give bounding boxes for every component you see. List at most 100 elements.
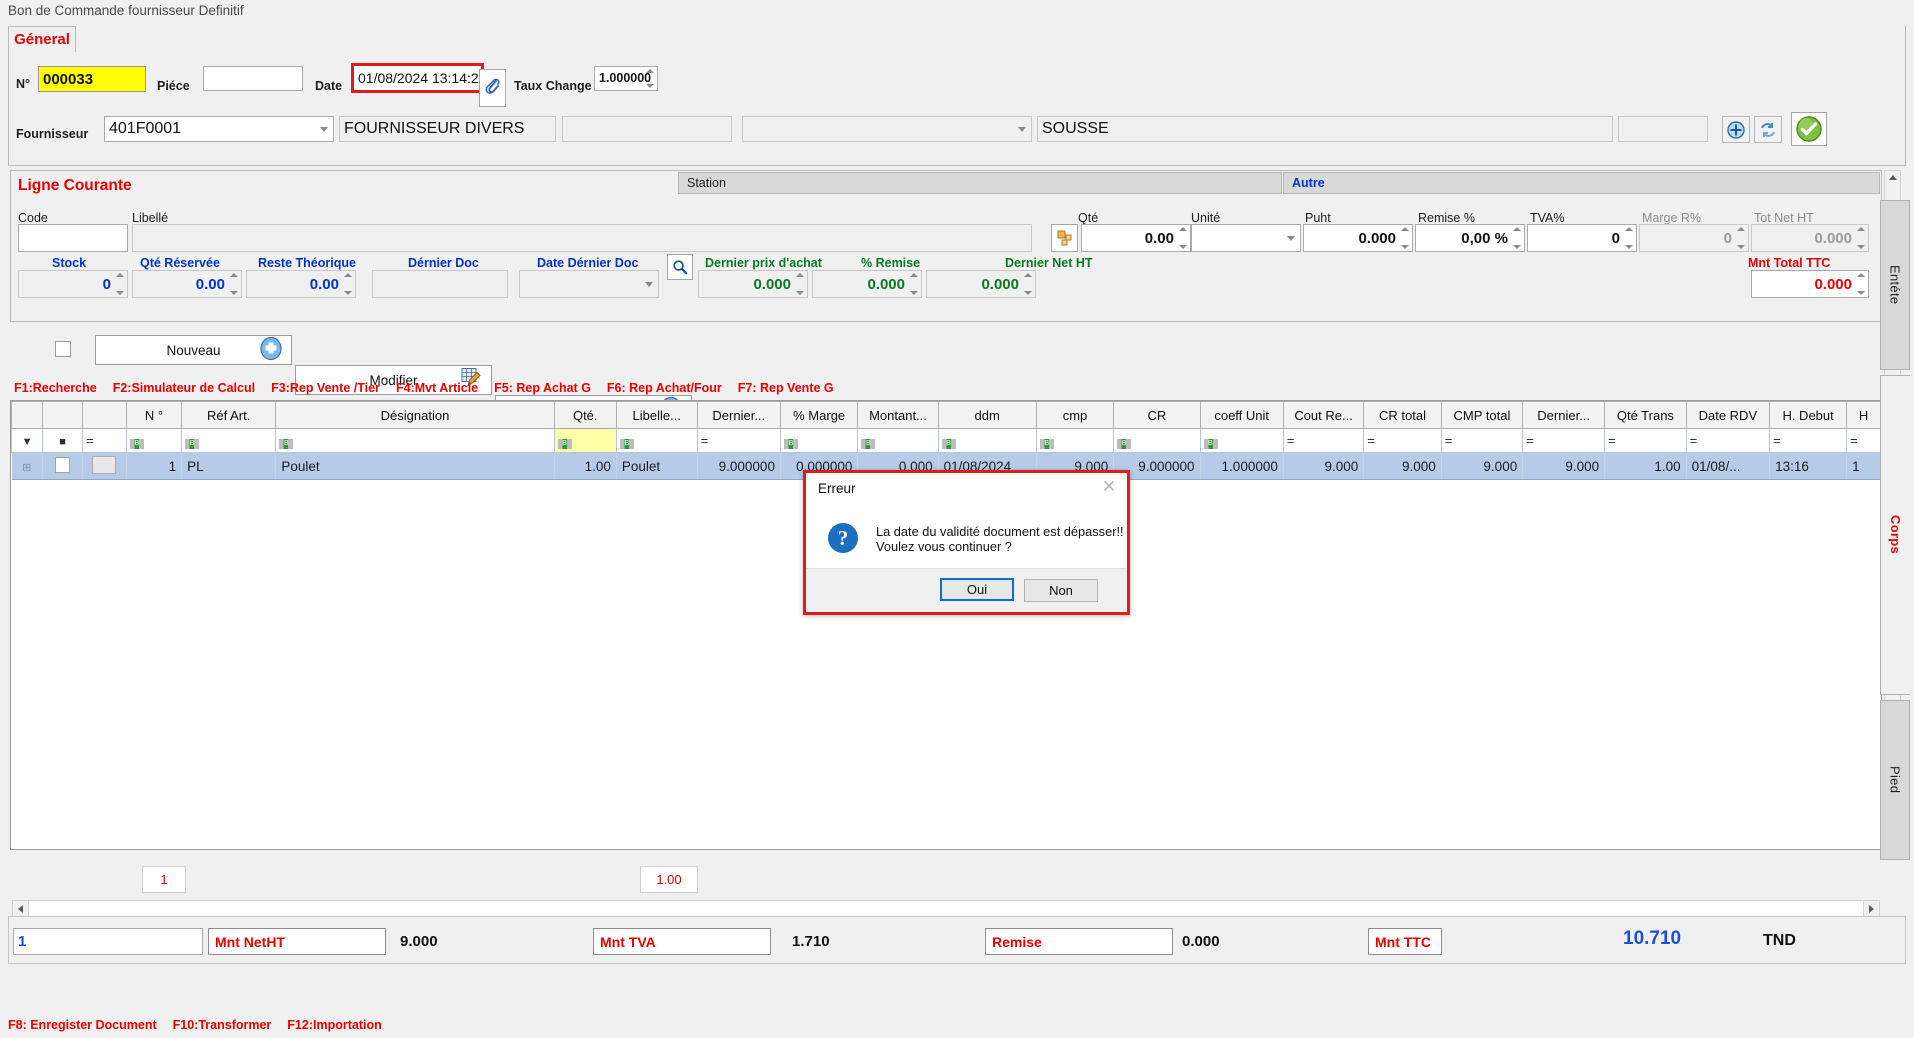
taux-spinner[interactable] — [644, 69, 655, 88]
grid-cell-cr_total[interactable]: 9.000 — [1363, 452, 1442, 480]
grid-filter-cell-14[interactable]: B — [1199, 428, 1284, 453]
grid-col-header-17[interactable]: CMP total — [1440, 401, 1524, 429]
remise-field[interactable]: 0,00 % — [1415, 224, 1525, 252]
split-cells-icon[interactable] — [1051, 224, 1078, 252]
libelle-field[interactable] — [132, 224, 1032, 252]
nouveau-button[interactable]: Nouveau — [95, 335, 292, 365]
grid-col-header-10[interactable]: Montant... — [857, 401, 939, 429]
grid-filter-cell-7[interactable]: B — [615, 428, 698, 453]
grid-cell-dernier2[interactable]: 9.000 — [1522, 452, 1606, 480]
tva-spinner[interactable] — [1623, 227, 1634, 249]
grid-filter-row[interactable]: ▼ ■ = B B B B B = B B B B B B = = = = = = = = — [11, 428, 1881, 453]
grid-col-header-5[interactable]: Désignation — [275, 401, 555, 429]
row-checkbox[interactable] — [55, 456, 71, 473]
filter-icon[interactable]: ▼ — [22, 436, 33, 448]
grid-filter-cell-5[interactable]: B — [275, 428, 555, 453]
grid-filter-cell-17[interactable]: = — [1440, 428, 1524, 453]
grid-filter-cell-6[interactable]: B — [553, 428, 617, 453]
doc-number-field[interactable]: 1 — [13, 928, 203, 955]
tab-autre[interactable]: Autre — [1283, 172, 1880, 194]
qte-field[interactable]: 0.00 — [1081, 224, 1191, 252]
unite-field[interactable] — [1191, 224, 1301, 252]
grid-cell-coeff[interactable]: 1.000000 — [1200, 452, 1284, 480]
close-icon[interactable]: ✕ — [1099, 479, 1119, 497]
grid-cell-h_debut[interactable]: 13:16 — [1769, 452, 1848, 480]
grid-cell-dernier[interactable]: 9.000000 — [697, 452, 781, 480]
grid-filter-cell-20[interactable]: = — [1685, 428, 1771, 453]
grid-col-header-2[interactable] — [82, 401, 127, 429]
grid-filter-cell-16[interactable]: = — [1363, 428, 1442, 453]
grid-cell-libelle[interactable]: Poulet — [616, 452, 698, 480]
puht-field[interactable]: 0.000 — [1303, 224, 1413, 252]
mnt-total-ttc-field[interactable]: 0.000 — [1751, 270, 1869, 298]
grid-cell-designation[interactable]: Poulet — [275, 452, 555, 480]
vtab-pied[interactable]: Pied — [1880, 700, 1910, 860]
grid-col-header-1[interactable] — [42, 401, 84, 429]
grid-col-header-8[interactable]: Dernier... — [696, 401, 781, 429]
refresh-icon[interactable] — [1754, 116, 1782, 143]
grid-cell-qte_trans[interactable]: 1.00 — [1604, 452, 1687, 480]
grid-cell-num[interactable]: 1 — [126, 452, 183, 480]
grid-col-header-6[interactable]: Qté. — [553, 401, 617, 429]
paperclip-icon[interactable] — [479, 69, 506, 107]
grid-col-header-18[interactable]: Dernier... — [1522, 401, 1606, 429]
grid-col-header-12[interactable]: cmp — [1035, 401, 1115, 429]
chevron-down-icon[interactable] — [1287, 236, 1295, 241]
grid-col-header-21[interactable]: H. Debut — [1769, 401, 1848, 429]
dialog-no-button[interactable]: Non — [1024, 579, 1098, 602]
grid-cell-qte[interactable]: 1.00 — [554, 452, 617, 480]
scroll-left-arrow[interactable] — [13, 901, 28, 917]
fournisseur-code-field[interactable]: 401F0001 — [104, 116, 334, 142]
grid-filter-cell-10[interactable]: B — [857, 428, 939, 453]
grid-col-header-11[interactable]: ddm — [937, 401, 1037, 429]
tab-general[interactable]: Géneral — [8, 26, 76, 52]
row-select-checkbox[interactable] — [55, 341, 71, 357]
grid-filter-cell-9[interactable]: B — [779, 428, 859, 453]
grid-col-header-0[interactable] — [11, 401, 44, 429]
tva-field[interactable]: 0 — [1527, 224, 1637, 252]
lines-grid[interactable]: N ° Réf Art. Désignation Qté. Libelle... Dern… — [10, 400, 1882, 850]
grid-filter-cell-0[interactable]: ▼ — [11, 428, 44, 453]
header-field-4[interactable] — [562, 116, 732, 142]
grid-cell-blank[interactable] — [82, 452, 127, 480]
ville-field[interactable]: SOUSSE — [1037, 116, 1613, 142]
remise-spinner[interactable] — [1511, 227, 1522, 249]
grid-col-header-7[interactable]: Libelle... — [615, 401, 698, 429]
date-field[interactable]: 01/08/2024 13:14:2 — [351, 63, 484, 93]
add-circle-icon[interactable] — [1722, 116, 1750, 143]
box-icon[interactable]: ■ — [59, 436, 66, 448]
grid-col-header-16[interactable]: CR total — [1363, 401, 1442, 429]
code-field[interactable] — [18, 224, 128, 252]
grid-col-header-13[interactable]: CR — [1113, 401, 1201, 429]
scroll-right-arrow[interactable] — [1864, 901, 1879, 917]
grid-filter-cell-4[interactable]: B — [181, 428, 277, 453]
grid-cell-date_rdv[interactable]: 01/08/... — [1686, 452, 1771, 480]
chevron-down-icon[interactable] — [320, 127, 328, 132]
vtab-entete[interactable]: Entéte — [1880, 200, 1910, 370]
num-field[interactable]: 000033 — [38, 66, 146, 92]
grid-col-header-22[interactable]: H — [1846, 401, 1881, 429]
grid-filter-cell-19[interactable]: = — [1604, 428, 1687, 453]
grid-filter-cell-8[interactable]: = — [696, 428, 781, 453]
grid-cell-check[interactable] — [42, 452, 84, 480]
grid-col-header-14[interactable]: coeff Unit — [1199, 401, 1284, 429]
grid-filter-cell-11[interactable]: B — [937, 428, 1037, 453]
grid-filter-cell-2[interactable]: = — [82, 428, 127, 453]
grid-filter-cell-18[interactable]: = — [1522, 428, 1606, 453]
qte-spinner[interactable] — [1177, 227, 1188, 249]
chevron-down-icon[interactable] — [645, 282, 653, 287]
grid-cell-h_fin[interactable]: 1 — [1846, 452, 1881, 480]
dialog-yes-button[interactable]: Oui — [940, 578, 1014, 601]
magnifier-icon[interactable] — [667, 254, 693, 280]
grid-filter-cell-22[interactable]: = — [1846, 428, 1881, 453]
grid-col-header-15[interactable]: Cout Re... — [1282, 401, 1365, 429]
header-field-5[interactable] — [742, 116, 1032, 142]
grid-col-header-9[interactable]: % Marge — [779, 401, 859, 429]
grid-filter-cell-21[interactable]: = — [1769, 428, 1848, 453]
grid-filter-cell-15[interactable]: = — [1282, 428, 1365, 453]
header-field-7[interactable] — [1618, 116, 1708, 142]
grid-cell-cmp_total[interactable]: 9.000 — [1441, 452, 1524, 480]
chevron-down-icon[interactable] — [1018, 127, 1026, 132]
green-check-icon[interactable] — [1791, 112, 1827, 146]
expand-icon[interactable]: ⊞ — [22, 462, 31, 474]
